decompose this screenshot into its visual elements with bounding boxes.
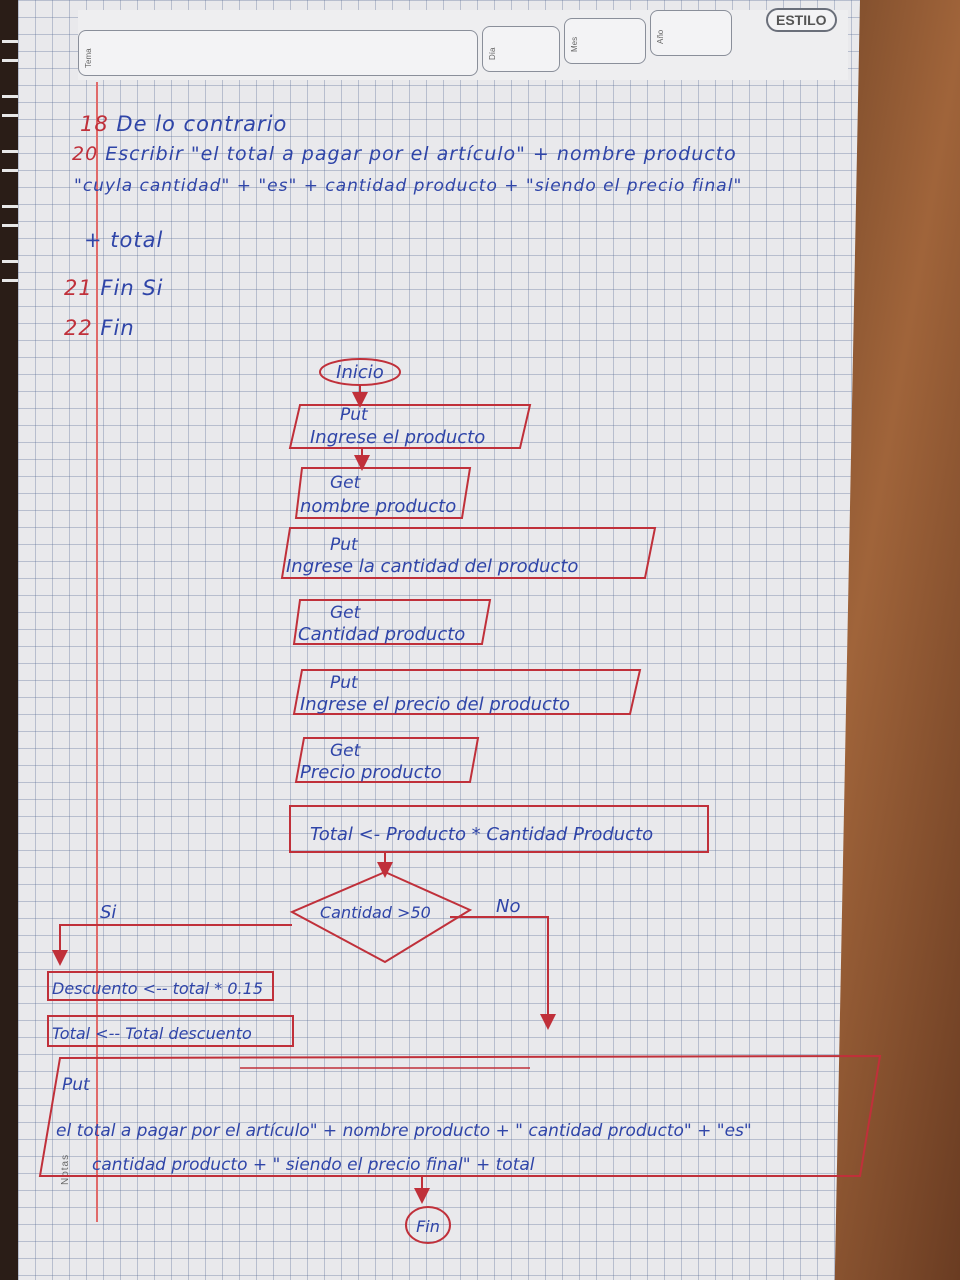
io-op-label: Put <box>340 405 369 425</box>
process-text: Total <-- Total descuento <box>52 1024 252 1043</box>
io-op-label: Put <box>330 673 359 693</box>
end-label: Fin <box>416 1217 440 1236</box>
io-op-label: Get <box>330 741 362 761</box>
decision-yes-label: Si <box>100 902 116 923</box>
io-text: Cantidad producto <box>298 624 465 645</box>
process-text: Total <- Producto * Cantidad Producto <box>310 824 653 845</box>
yes-branch-line <box>52 924 292 966</box>
start-label: Inicio <box>336 362 384 383</box>
io-op-label: Put <box>62 1075 91 1095</box>
io-text: nombre producto <box>300 496 456 517</box>
io-text: Ingrese el producto <box>310 427 485 448</box>
output-text-line2: cantidad producto + " siendo el precio f… <box>92 1155 535 1175</box>
no-branch-line <box>450 916 556 1030</box>
io-text: Ingrese el precio del producto <box>300 694 570 715</box>
decision-no-label: No <box>496 896 520 917</box>
io-op-label: Get <box>330 603 362 623</box>
io-text: Precio producto <box>300 762 442 783</box>
output-text-line1: el total a pagar por el artículo" + nomb… <box>56 1121 752 1141</box>
io-op-label: Get <box>330 473 362 493</box>
io-op-label: Put <box>330 535 359 555</box>
decision-text: Cantidad >50 <box>320 903 431 922</box>
flowchart: Inicio Put Ingrese el producto Get nombr… <box>38 358 882 1244</box>
io-text: Ingrese la cantidad del producto <box>286 556 578 577</box>
process-text: Descuento <-- total * 0.15 <box>52 979 263 998</box>
